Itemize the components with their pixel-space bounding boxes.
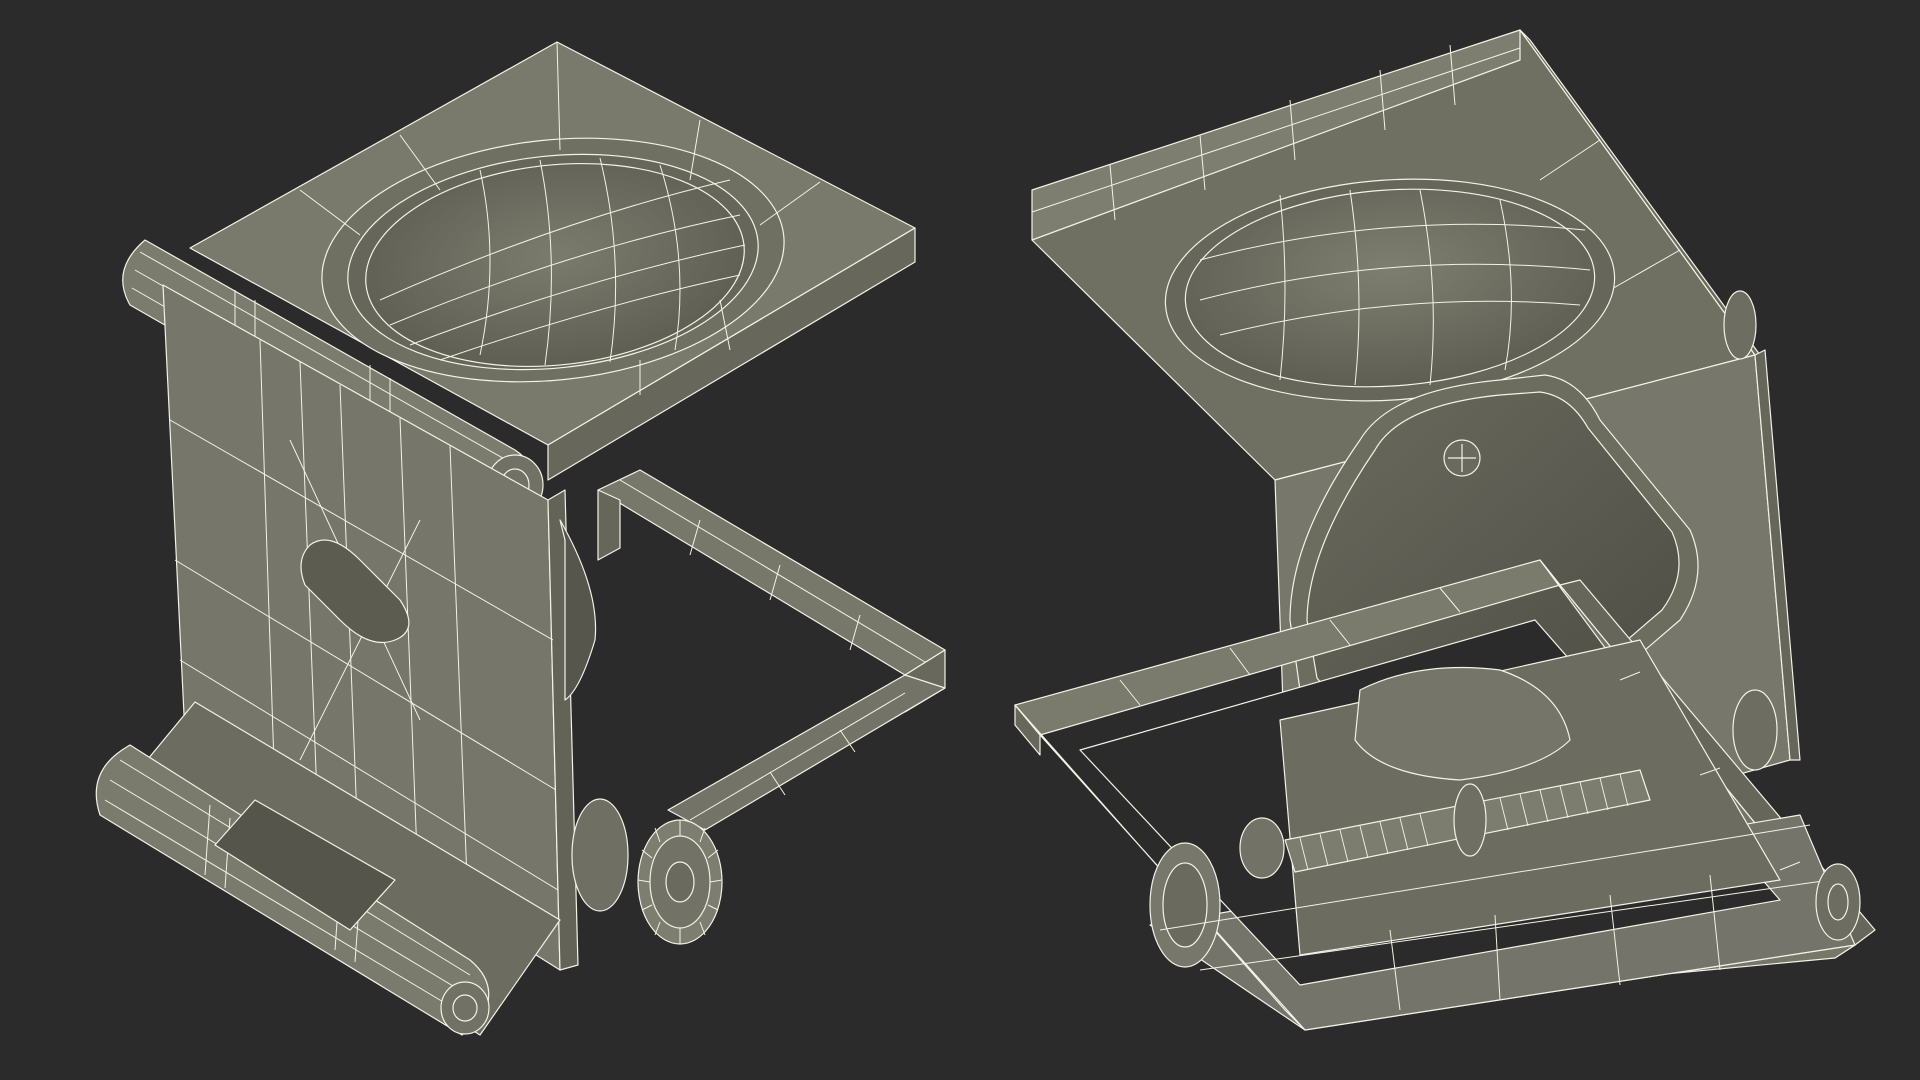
hinge-cap-bottom [440,981,490,1035]
frame-arm-diagonal [667,674,946,831]
wireframe-render [95,29,1876,1036]
viewport [0,0,1920,1080]
folding-magnifier-top-view [95,41,946,1036]
hinge-cap-upper-right [1723,290,1757,360]
frame-arm-top [597,469,946,676]
focus-knob-shaft [571,798,629,912]
inner-body-shadow [559,519,597,701]
hinge-cap-lower-right [1732,689,1778,771]
hinge-cap-bottom-right [1815,863,1861,941]
folding-magnifier-bottom-view [1014,29,1876,1031]
frame-arm-top-side [597,489,621,561]
